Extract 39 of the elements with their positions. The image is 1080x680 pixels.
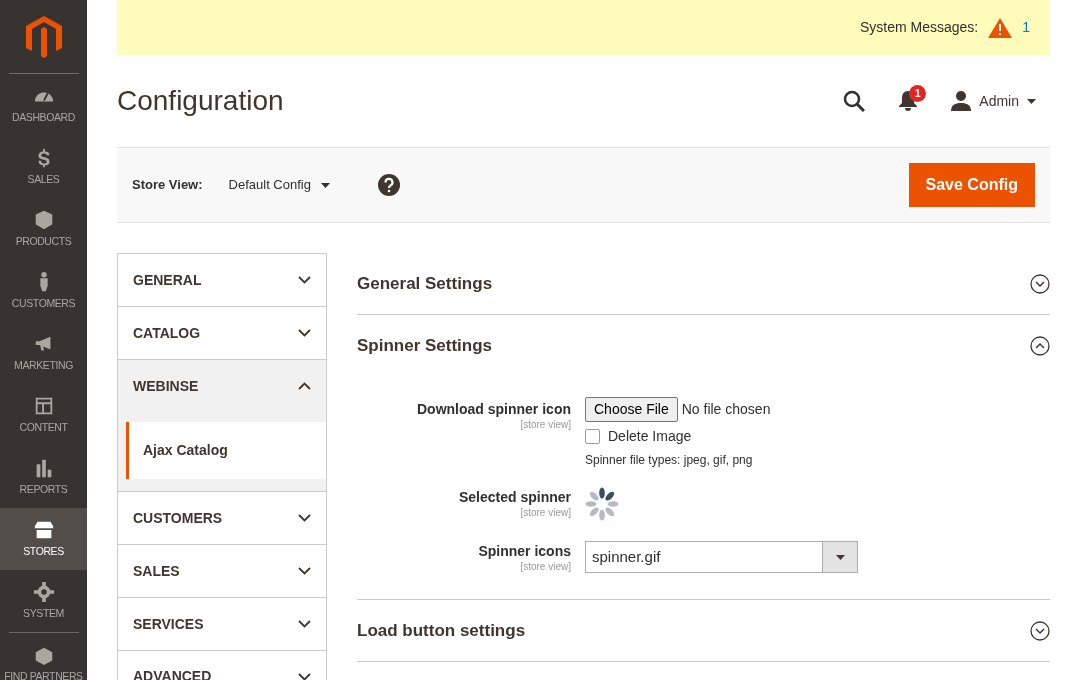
notification-count: 1 bbox=[909, 85, 927, 102]
field-label: Selected spinner bbox=[457, 488, 571, 507]
config-tab[interactable]: CATALOG bbox=[117, 306, 327, 359]
config-tab[interactable]: CUSTOMERS bbox=[117, 491, 327, 544]
nav-item[interactable]: CONTENT bbox=[0, 384, 87, 446]
config-tab[interactable]: SALES bbox=[117, 544, 327, 597]
scope-label: [store view] bbox=[519, 508, 571, 518]
section-header[interactable]: General Settings bbox=[357, 253, 1050, 315]
checkbox-label: Delete Image bbox=[608, 427, 692, 446]
field-note: Spinner file types: jpeg, gif, png bbox=[585, 452, 754, 469]
message-count-link[interactable]: 1 bbox=[1022, 17, 1030, 38]
file-status: No file chosen bbox=[681, 400, 771, 419]
store-view-label: Store View: bbox=[132, 176, 203, 195]
spinner-select[interactable]: spinner.gif bbox=[585, 541, 858, 573]
system-messages-label: System Messages: bbox=[859, 18, 979, 37]
config-tab[interactable]: WEBINSE bbox=[117, 359, 327, 412]
nav-item[interactable]: PRODUCTS bbox=[0, 198, 87, 260]
config-tab[interactable]: SERVICES bbox=[117, 597, 327, 650]
user-menu[interactable]: Admin bbox=[951, 90, 1036, 112]
nav-item[interactable]: FIND PARTNERS bbox=[0, 633, 87, 680]
nav-item[interactable]: REPORTS bbox=[0, 446, 87, 508]
store-view-dropdown[interactable]: Default Config bbox=[228, 175, 330, 195]
nav-item[interactable]: STORES bbox=[0, 508, 87, 570]
nav-item[interactable]: DASHBOARD bbox=[0, 74, 87, 136]
field-label: Spinner icons bbox=[477, 542, 571, 561]
section-header[interactable]: Load button settings bbox=[357, 600, 1050, 662]
page-title: Configuration bbox=[117, 84, 284, 118]
config-tab[interactable]: GENERAL bbox=[117, 253, 327, 306]
choose-file-button[interactable]: Choose File bbox=[585, 397, 678, 422]
scope-label: [store view] bbox=[519, 420, 571, 430]
nav-item[interactable]: CUSTOMERS bbox=[0, 260, 87, 322]
section-header[interactable]: Spinner Settings bbox=[357, 315, 1050, 377]
scope-label: [store view] bbox=[519, 562, 571, 572]
nav-item[interactable]: MARKETING bbox=[0, 322, 87, 384]
config-subtab[interactable]: Ajax Catalog bbox=[126, 422, 326, 479]
nav-item[interactable]: SYSTEM bbox=[0, 570, 87, 632]
save-config-button[interactable]: Save Config bbox=[908, 163, 1035, 207]
nav-item[interactable]: SALES bbox=[0, 136, 87, 198]
field-label: Download spinner icon bbox=[416, 400, 571, 419]
